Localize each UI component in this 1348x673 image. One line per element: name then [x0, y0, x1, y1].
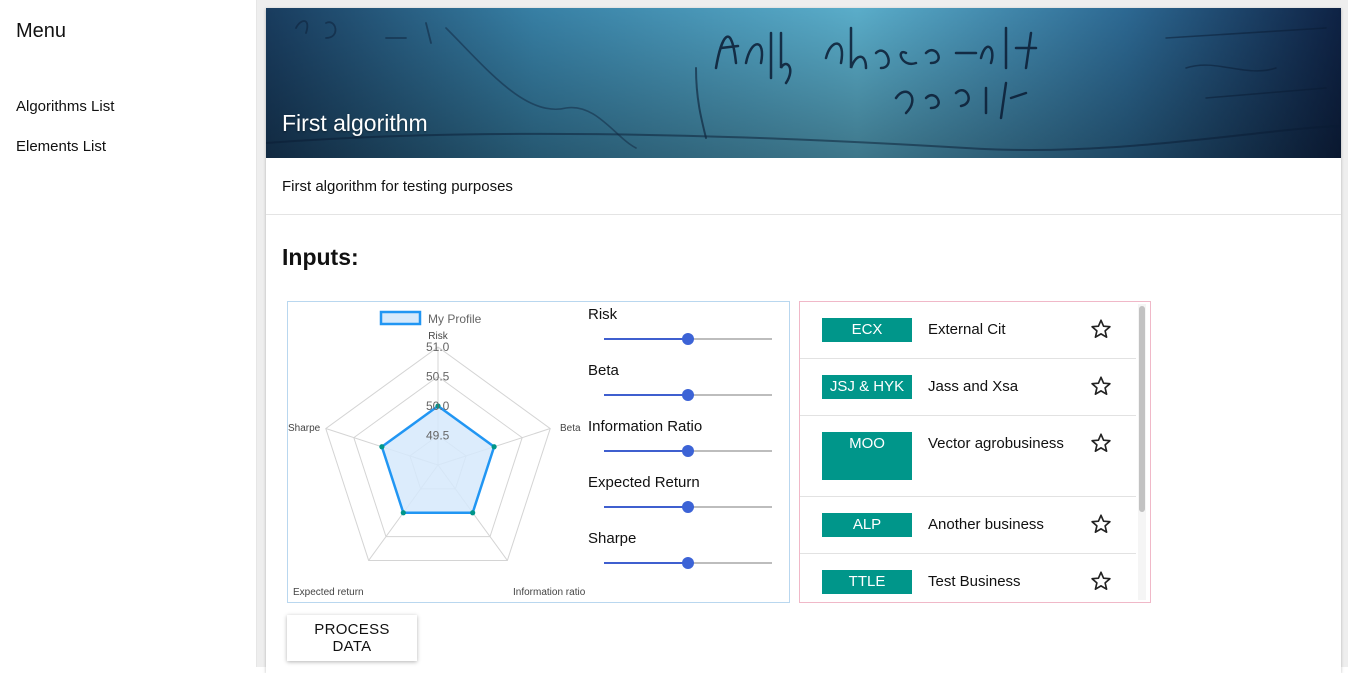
main-content: First algorithm First algorithm for test… — [257, 0, 1348, 673]
radar-data-point — [379, 444, 385, 450]
legend-swatch — [379, 310, 422, 326]
sidebar-item-elements-list[interactable]: Elements List — [16, 138, 106, 155]
star-icon[interactable] — [1090, 570, 1112, 592]
scrollbar-thumb[interactable] — [1139, 306, 1145, 512]
element-code-badge: ALP — [822, 513, 912, 537]
element-name: Vector agrobusiness — [928, 435, 1064, 452]
slider-sharpe: Sharpe — [588, 530, 778, 569]
slider-label: Sharpe — [588, 530, 637, 547]
slider-fill — [604, 338, 688, 340]
slider-thumb[interactable] — [682, 557, 694, 569]
radar-tick-label: 50.5 — [426, 370, 450, 384]
slider-thumb[interactable] — [682, 333, 694, 345]
radar-chart: 49.5 50.0 50.5 51.0Risk Beta Information rati… — [288, 310, 586, 598]
list-item[interactable]: ECX External Cit — [800, 302, 1136, 359]
elements-list-panel: ECX External Cit JSJ & HYK Jass and Xsa … — [799, 301, 1151, 603]
element-name: Test Business — [928, 573, 1021, 590]
process-data-button[interactable]: PROCESS DATA — [287, 615, 417, 661]
slider-track[interactable] — [604, 445, 772, 457]
slider-expected-return: Expected Return — [588, 474, 778, 513]
element-name: Jass and Xsa — [928, 378, 1019, 395]
radar-axis-label: Information ratio — [513, 587, 586, 598]
element-name: Another business — [928, 516, 1044, 533]
list-item[interactable]: MOO Vector agrobusiness — [800, 416, 1136, 497]
slider-label: Beta — [588, 362, 619, 379]
algorithm-description: First algorithm for testing purposes — [282, 178, 513, 195]
sidebar-item-algorithms-list[interactable]: Algorithms List — [16, 98, 114, 115]
radar-tick-label: 50.0 — [426, 399, 450, 413]
element-code-badge: ECX — [822, 318, 912, 342]
banner-image: First algorithm — [266, 8, 1341, 158]
slider-thumb[interactable] — [682, 445, 694, 457]
inputs-heading: Inputs: — [282, 244, 359, 270]
divider — [266, 214, 1341, 215]
element-code-badge: JSJ & HYK — [822, 375, 912, 399]
slider-label: Expected Return — [588, 474, 700, 491]
slider-fill — [604, 394, 688, 396]
banner-title: First algorithm — [282, 110, 428, 136]
slider-track[interactable] — [604, 389, 772, 401]
slider-fill — [604, 506, 688, 508]
element-code-badge: MOO — [822, 432, 912, 480]
radar-tick-label: 49.5 — [426, 429, 450, 443]
slider-risk: Risk — [588, 306, 778, 345]
slider-fill — [604, 450, 688, 452]
star-icon[interactable] — [1090, 375, 1112, 397]
radar-data-point — [491, 444, 497, 450]
radar-axis-label: Risk — [428, 331, 448, 342]
star-icon[interactable] — [1090, 432, 1112, 454]
list-item[interactable]: TTLE Test Business — [800, 554, 1136, 602]
star-icon[interactable] — [1090, 318, 1112, 340]
radar-axis-label: Beta — [560, 423, 581, 434]
radar-series-polygon — [380, 404, 496, 514]
list-item[interactable]: ALP Another business — [800, 497, 1136, 554]
slider-information-ratio: Information Ratio — [588, 418, 778, 457]
slider-fill — [604, 562, 688, 564]
scrollbar[interactable] — [1138, 304, 1146, 600]
menu-title: Menu — [16, 20, 67, 42]
radar-tick-label: 51.0 — [426, 340, 450, 354]
radar-axis-label: Expected return — [293, 587, 364, 598]
chart-panel: 49.5 50.0 50.5 51.0 Risk Beta Information rati… — [287, 301, 790, 603]
slider-track[interactable] — [604, 333, 772, 345]
algorithm-card: First algorithm First algorithm for test… — [266, 8, 1341, 673]
list-item[interactable]: JSJ & HYK Jass and Xsa — [800, 359, 1136, 416]
sidebar: Menu Algorithms List Elements List — [0, 0, 257, 667]
star-icon[interactable] — [1090, 513, 1112, 535]
slider-label: Information Ratio — [588, 418, 703, 435]
element-code-badge: TTLE — [822, 570, 912, 594]
element-name: External Cit — [928, 321, 1006, 338]
legend-label: My Profile — [428, 312, 482, 326]
slider-track[interactable] — [604, 501, 772, 513]
slider-thumb[interactable] — [682, 501, 694, 513]
slider-beta: Beta — [588, 362, 778, 401]
radar-axis-label: Sharpe — [288, 423, 321, 434]
slider-label: Risk — [588, 306, 618, 323]
slider-thumb[interactable] — [682, 389, 694, 401]
radar-data-point — [470, 510, 476, 516]
slider-track[interactable] — [604, 557, 772, 569]
radar-data-point — [400, 510, 406, 516]
